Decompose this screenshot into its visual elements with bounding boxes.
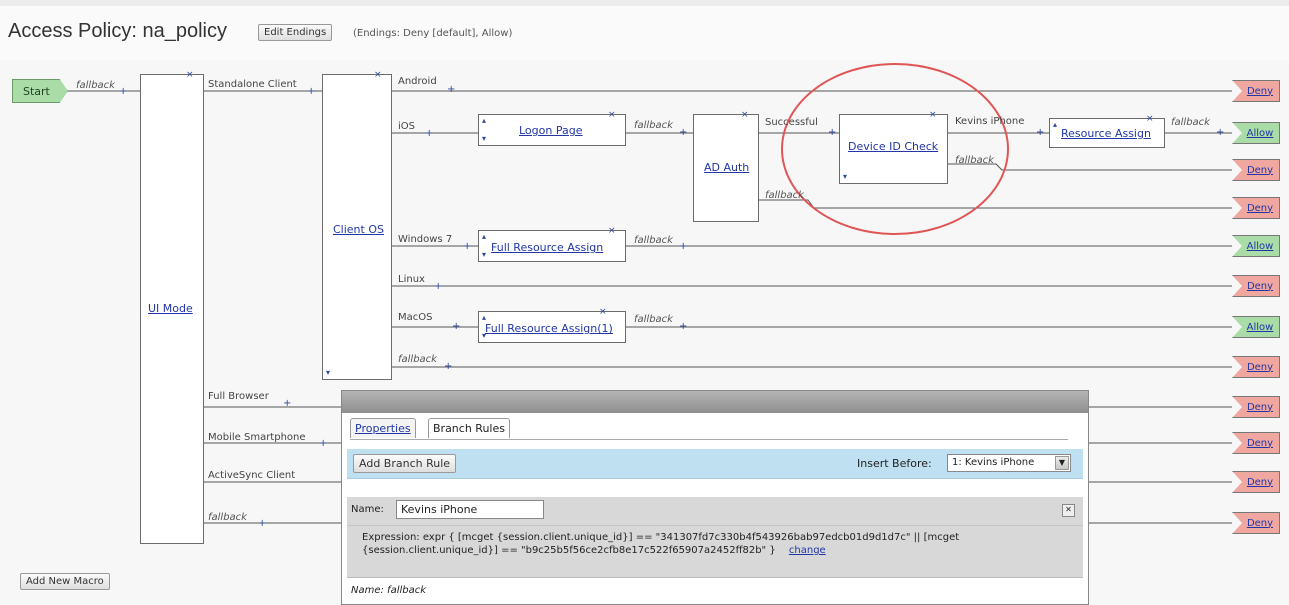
branch-label-ios: iOS [398, 121, 415, 132]
logon-page-node[interactable]: × ▴ ▾ Logon Page [478, 110, 626, 146]
resource-assign-node[interactable]: × ▴ Resource Assign [1049, 114, 1165, 148]
ad-fallback-label: fallback [765, 190, 804, 201]
add-branch-rule-button[interactable]: Add Branch Rule [353, 454, 457, 473]
expression-line-2: {session.client.unique_id}] == "b9c25b5f… [362, 545, 826, 556]
fra-fallback-label: fallback [634, 235, 673, 246]
device-id-check-node[interactable]: × ▾ Device ID Check [839, 110, 948, 184]
delete-x-icon[interactable]: × [599, 307, 607, 317]
client-os-node[interactable]: × Client OS ▾ [322, 70, 392, 380]
add-item-plus[interactable]: + [679, 128, 687, 138]
branch-rules-dialog: Properties Branch Rules Add Branch Rule … [341, 390, 1089, 605]
rule-name-input[interactable]: Kevins iPhone [396, 500, 544, 519]
branch-label-standalone: Standalone Client [208, 79, 297, 90]
dropdown-arrow-icon[interactable]: ▼ [1055, 456, 1069, 470]
client-os-link[interactable]: Client OS [333, 223, 384, 236]
delete-x-icon[interactable]: × [929, 110, 937, 120]
dialog-title-bar[interactable] [342, 391, 1088, 413]
name-label: Name: [351, 504, 384, 515]
edit-endings-button[interactable]: Edit Endings [258, 24, 333, 41]
add-item-plus[interactable]: + [119, 87, 127, 97]
add-item-plus[interactable]: + [1216, 128, 1224, 138]
collapse-caret-icon: ▾ [326, 368, 331, 377]
delete-x-icon[interactable]: × [608, 110, 616, 120]
logon-page-link[interactable]: Logon Page [519, 124, 582, 137]
collapse-caret-icon: ▾ [843, 172, 848, 181]
add-item-plus[interactable]: + [425, 129, 433, 139]
add-new-macro-button[interactable]: Add New Macro [20, 573, 110, 590]
branch-label-android: Android [398, 76, 437, 87]
add-item-plus[interactable]: + [319, 439, 327, 449]
device-id-check-link[interactable]: Device ID Check [848, 140, 938, 153]
full-resource-assign-node[interactable]: × ▴ ▾ Full Resource Assign [478, 226, 626, 262]
branch-label-full-browser: Full Browser [208, 391, 269, 402]
insert-before-label: Insert Before: [857, 457, 932, 470]
collapse-caret-icon: ▾ [482, 250, 487, 259]
ui-mode-link[interactable]: UI Mode [148, 302, 193, 315]
fra1-fallback-label: fallback [634, 314, 673, 325]
close-x-icon[interactable]: ✕ [1062, 504, 1075, 517]
endings-note: (Endings: Deny [default], Allow) [353, 28, 513, 39]
row-divider [347, 525, 1083, 526]
full-resource-assign-1-node[interactable]: × ▴ ▾ Full Resource Assign(1) [478, 307, 626, 343]
tab-divider [350, 439, 1068, 440]
delete-x-icon[interactable]: × [374, 70, 382, 80]
branch-label-macos: MacOS [398, 312, 433, 323]
branch-label-activesync: ActiveSync Client [208, 470, 296, 481]
branch-label-successful: Successful [765, 117, 818, 128]
add-item-plus[interactable]: + [258, 519, 266, 529]
add-item-plus[interactable]: + [828, 128, 836, 138]
logon-fallback-label: fallback [634, 120, 673, 131]
policy-header: Access Policy: na_policy Edit Endings (E… [0, 0, 1289, 61]
delete-x-icon[interactable]: × [186, 70, 194, 80]
delete-x-icon[interactable]: × [608, 226, 616, 236]
branch-label-clientos-fallback: fallback [398, 354, 437, 365]
add-item-plus[interactable]: + [1036, 128, 1044, 138]
add-item-plus[interactable]: + [283, 399, 291, 409]
add-item-plus[interactable]: + [447, 85, 455, 95]
add-item-plus[interactable]: + [434, 282, 442, 292]
branch-rule-toolbar: Add Branch Rule Insert Before: 1: Kevins… [347, 449, 1083, 479]
page-title: Access Policy: na_policy [8, 20, 227, 42]
delete-x-icon[interactable]: × [741, 110, 749, 120]
branch-label-linux: Linux [398, 274, 425, 285]
full-resource-assign-1-link[interactable]: Full Resource Assign(1) [485, 322, 613, 335]
next-rule-name: Name: fallback [351, 585, 427, 596]
expression-line-1: Expression: expr { [mcget {session.clien… [362, 532, 960, 543]
ui-mode-node[interactable]: × UI Mode [140, 70, 204, 544]
insert-before-select[interactable]: 1: Kevins iPhone ▼ [947, 454, 1071, 472]
top-border [0, 0, 1289, 6]
device-fallback-label: fallback [955, 155, 994, 166]
tab-properties[interactable]: Properties [350, 418, 416, 438]
expand-caret-icon: ▴ [482, 116, 487, 125]
change-link[interactable]: change [789, 545, 826, 556]
expand-caret-icon: ▴ [1053, 120, 1058, 129]
resource-fallback-label: fallback [1171, 117, 1210, 128]
insert-before-value: 1: Kevins iPhone [952, 457, 1035, 468]
start-fallback-label: fallback [76, 80, 115, 91]
add-item-plus[interactable]: + [679, 242, 687, 252]
branch-label-kevins-iphone: Kevins iPhone [955, 116, 1025, 127]
delete-x-icon[interactable]: × [1146, 114, 1154, 124]
branch-label-uimode-fallback: fallback [208, 512, 247, 523]
policy-canvas: Start fallback + × UI Mode Standalone Cl… [0, 60, 1289, 605]
add-item-plus[interactable]: + [452, 322, 460, 332]
expression-line-2-text: {session.client.unique_id}] == "b9c25b5f… [362, 545, 776, 556]
collapse-caret-icon: ▾ [482, 134, 487, 143]
ad-auth-link[interactable]: AD Auth [704, 161, 749, 174]
resource-assign-link[interactable]: Resource Assign [1061, 127, 1151, 140]
expand-caret-icon: ▴ [482, 313, 487, 322]
ad-auth-node[interactable]: × AD Auth [693, 110, 759, 222]
branch-rule-row: Name: Kevins iPhone ✕ Expression: expr {… [347, 497, 1083, 578]
expand-caret-icon: ▴ [482, 232, 487, 241]
add-item-plus[interactable]: + [679, 322, 687, 332]
add-item-plus[interactable]: + [444, 362, 452, 372]
start-node: Start [12, 79, 68, 103]
tab-branch-rules[interactable]: Branch Rules [428, 418, 510, 438]
full-resource-assign-link[interactable]: Full Resource Assign [491, 241, 603, 254]
add-item-plus[interactable]: + [307, 87, 315, 97]
branch-label-mobile: Mobile Smartphone [208, 432, 306, 443]
branch-label-windows7: Windows 7 [398, 234, 453, 245]
add-item-plus[interactable]: + [463, 242, 471, 252]
